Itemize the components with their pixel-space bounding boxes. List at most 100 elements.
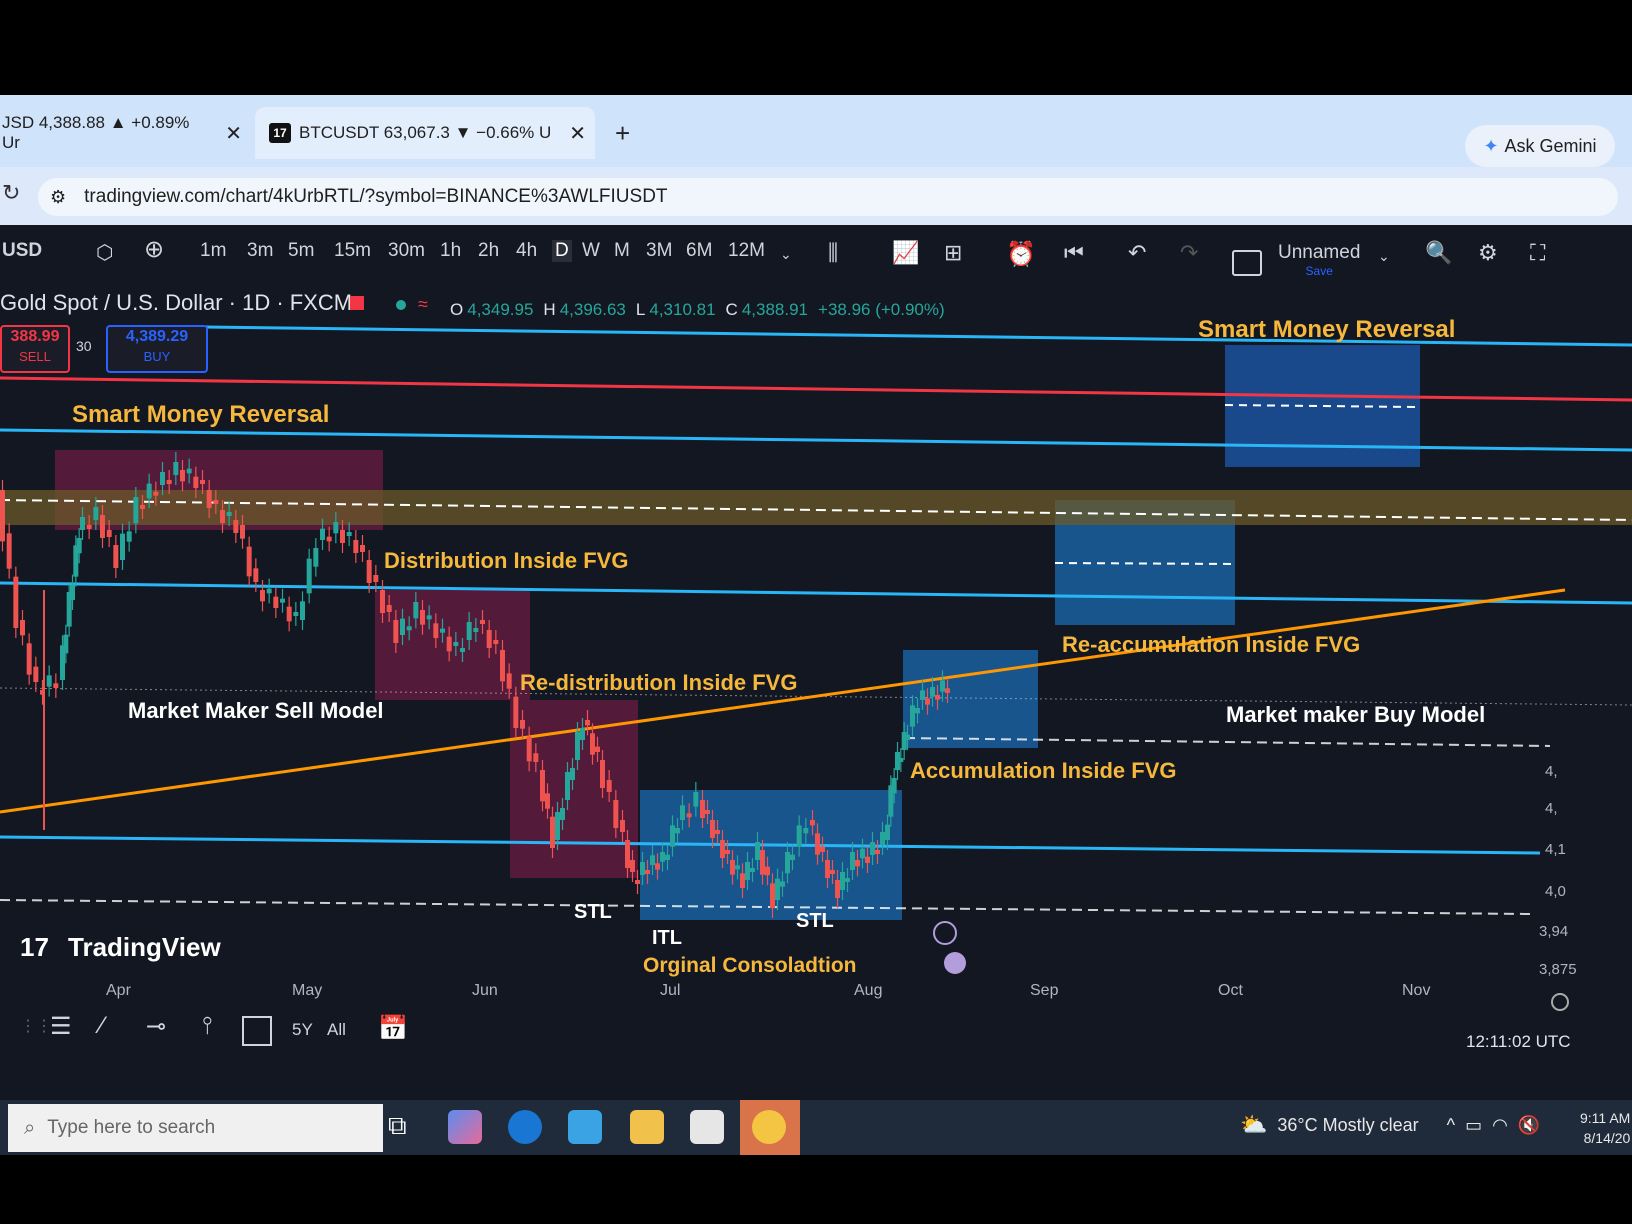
- rectangle-tool-icon[interactable]: [242, 1016, 272, 1046]
- chevron-up-icon[interactable]: ^: [1447, 1115, 1455, 1136]
- candle-body: [460, 648, 465, 652]
- candle-body: [775, 878, 780, 900]
- buy-button[interactable]: 4,389.29 BUY: [106, 325, 208, 373]
- templates-icon[interactable]: ⊞: [944, 240, 962, 266]
- interval-4h[interactable]: 4h: [516, 240, 537, 262]
- weather-icon[interactable]: ⛅: [1240, 1112, 1267, 1138]
- taskbar-search[interactable]: ⌕ Type here to search: [8, 1104, 383, 1152]
- layout-save-label: Save: [1305, 264, 1333, 278]
- watermark-text: TradingView: [68, 932, 221, 962]
- url-text: tradingview.com/chart/4kUrbRTL/?symbol=B…: [84, 186, 668, 207]
- interval-w[interactable]: W: [582, 240, 600, 262]
- change-value: +38.96 (+0.90%): [818, 300, 945, 319]
- annotation-label: Re-accumulation Inside FVG: [1062, 632, 1360, 657]
- compare-icon[interactable]: ⬡: [96, 240, 113, 265]
- quick-search-icon[interactable]: 🔍: [1425, 240, 1452, 266]
- battery-icon[interactable]: ▭: [1465, 1115, 1482, 1136]
- browser-tab-gold[interactable]: JSD 4,388.88 ▲ +0.89% Ur ✕: [0, 107, 242, 159]
- candle-body: [486, 630, 492, 648]
- candle-body: [915, 708, 920, 714]
- chevron-down-icon[interactable]: ⌄: [1378, 248, 1390, 265]
- candle-body: [606, 780, 612, 792]
- close-tab-icon[interactable]: ✕: [225, 121, 242, 146]
- ask-gemini-button[interactable]: ✦ Ask Gemini: [1465, 125, 1615, 167]
- interval-m[interactable]: M: [614, 240, 630, 262]
- candle-body: [260, 590, 265, 602]
- browser-tab-btc[interactable]: 17 BTCUSDT 63,067.3 ▼ −0.66% U ✕: [255, 107, 595, 159]
- low-value: 4,310.81: [649, 300, 716, 319]
- candle-body: [200, 480, 205, 484]
- close-tab-icon[interactable]: ✕: [569, 121, 586, 146]
- undo-icon[interactable]: ↶: [1128, 240, 1146, 266]
- volume-muted-icon[interactable]: 🔇: [1518, 1115, 1540, 1136]
- range-5y[interactable]: 5Y: [292, 1020, 313, 1040]
- annotation-label: ITL: [652, 927, 682, 949]
- earnings-icon[interactable]: [944, 952, 966, 974]
- interval-1m[interactable]: 1m: [200, 240, 226, 262]
- candle-body: [820, 846, 825, 852]
- alert-icon[interactable]: ⏰: [1006, 240, 1036, 269]
- interval-3m[interactable]: 3M: [646, 240, 672, 262]
- layout-name[interactable]: Unnamed Save: [1278, 243, 1360, 280]
- copilot-icon[interactable]: [448, 1110, 482, 1144]
- interval-3m[interactable]: 3m: [247, 240, 273, 262]
- reload-icon[interactable]: ↻: [2, 180, 20, 206]
- interval-2h[interactable]: 2h: [478, 240, 499, 262]
- indicators-icon[interactable]: 📈: [892, 240, 919, 266]
- file-explorer-icon[interactable]: [630, 1110, 664, 1144]
- candle-body: [725, 850, 730, 854]
- goto-date-icon[interactable]: 📅: [378, 1014, 408, 1043]
- sell-button[interactable]: 388.99 SELL: [0, 325, 70, 373]
- task-view-icon[interactable]: ⧉: [388, 1110, 407, 1142]
- site-settings-icon[interactable]: ⚙: [50, 187, 66, 208]
- interval-5m[interactable]: 5m: [288, 240, 314, 262]
- candle-type-icon[interactable]: ⫼: [828, 240, 838, 266]
- price-chart[interactable]: Smart Money Reversal Smart Money Reversal…: [0, 300, 1632, 1060]
- interval-12m[interactable]: 12M: [728, 240, 765, 262]
- interval-15m[interactable]: 15m: [334, 240, 371, 262]
- candle-body: [13, 576, 19, 628]
- annotation-label: Smart Money Reversal: [72, 401, 329, 428]
- add-symbol-icon[interactable]: ⊕: [144, 235, 164, 264]
- symbol-search[interactable]: USD: [2, 240, 42, 262]
- weather-text[interactable]: 36°C Mostly clear: [1277, 1115, 1418, 1136]
- chevron-down-icon[interactable]: ⌄: [780, 246, 792, 263]
- candle-body: [885, 824, 890, 840]
- candle-body: [600, 760, 605, 788]
- store-icon[interactable]: [568, 1110, 602, 1144]
- utc-clock[interactable]: 12:11:02 UTC: [1466, 1032, 1571, 1052]
- redo-icon[interactable]: ↷: [1180, 240, 1198, 266]
- candle-body: [440, 628, 445, 633]
- edge-icon[interactable]: [508, 1110, 542, 1144]
- fullscreen-icon[interactable]: ⛶: [1530, 240, 1545, 266]
- candle-body: [796, 825, 802, 847]
- replay-icon[interactable]: ⏮: [1064, 240, 1084, 266]
- candle-body: [273, 596, 279, 608]
- lines-icon[interactable]: ☰: [50, 1012, 72, 1041]
- trendline-tool-icon[interactable]: ⁄: [100, 1012, 104, 1040]
- calendar-app-icon[interactable]: [690, 1110, 724, 1144]
- settings-icon[interactable]: ⚙: [1478, 240, 1498, 266]
- candle-body: [153, 491, 159, 496]
- url-field[interactable]: ⚙ tradingview.com/chart/4kUrbRTL/?symbol…: [38, 178, 1618, 216]
- interval-30m[interactable]: 30m: [388, 240, 425, 262]
- candle-body: [433, 623, 439, 638]
- wifi-icon[interactable]: ◠: [1492, 1115, 1508, 1136]
- layout-icon[interactable]: [1232, 250, 1262, 276]
- taskbar-clock[interactable]: 9:11 AM 8/14/20: [1580, 1108, 1630, 1148]
- candle-body: [675, 828, 680, 834]
- candle-body: [945, 688, 950, 693]
- chrome-icon[interactable]: [752, 1110, 786, 1144]
- interval-d[interactable]: D: [552, 240, 572, 262]
- new-tab-button[interactable]: +: [615, 118, 630, 149]
- candle-body: [393, 620, 399, 643]
- candle-body: [20, 620, 25, 636]
- interval-1h[interactable]: 1h: [440, 240, 461, 262]
- candle-body: [825, 860, 830, 878]
- vertical-line-icon[interactable]: ⫯: [202, 1012, 212, 1040]
- interval-6m[interactable]: 6M: [686, 240, 712, 262]
- horizontal-line-icon[interactable]: ⊸: [146, 1012, 166, 1041]
- candle-body: [660, 852, 665, 862]
- candle-body: [206, 490, 212, 508]
- range-all[interactable]: All: [327, 1020, 346, 1040]
